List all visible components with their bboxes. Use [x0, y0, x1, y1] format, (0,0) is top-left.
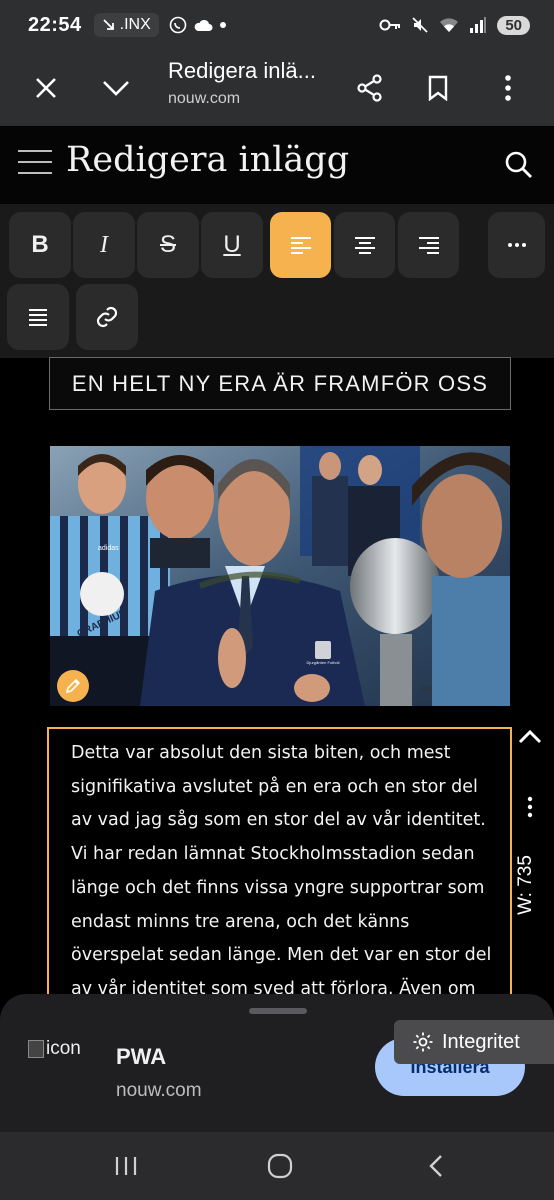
- more-formatting-button[interactable]: [488, 212, 545, 278]
- chevron-down-icon: [103, 81, 129, 96]
- align-right-button[interactable]: [398, 212, 459, 278]
- broken-image-icon: [28, 1040, 44, 1058]
- pencil-icon: [65, 678, 81, 694]
- app-name: PWA: [116, 1044, 167, 1069]
- site-title: Redigera inlägg: [66, 140, 350, 180]
- underline-button[interactable]: U: [201, 212, 263, 278]
- edit-image-button[interactable]: [57, 670, 89, 702]
- close-icon: [36, 78, 56, 98]
- mute-icon: [412, 17, 428, 33]
- bookmark-button[interactable]: [408, 58, 468, 118]
- home-button[interactable]: [258, 1146, 302, 1186]
- post-headline-field[interactable]: EN HELT NY ERA ÄR FRAMFÖR OSS: [49, 357, 511, 410]
- align-left-button[interactable]: [270, 212, 331, 278]
- brand-text: adidas: [98, 545, 119, 552]
- site-header: Redigera inlägg: [0, 126, 554, 204]
- post-image[interactable]: GRAPHIUM adidas sons Djurgården Fotboll: [50, 446, 510, 706]
- minimize-button[interactable]: [86, 58, 146, 118]
- app-url: nouw.com: [116, 1080, 202, 1101]
- recents-button[interactable]: [104, 1146, 148, 1186]
- block-options-button[interactable]: [526, 796, 536, 820]
- recents-icon: [115, 1157, 137, 1175]
- search-button[interactable]: [504, 150, 536, 182]
- more-vert-icon: [527, 796, 533, 818]
- privacy-settings-button[interactable]: Integritet: [394, 1020, 554, 1064]
- cloud-icon: [194, 19, 213, 31]
- page-url: nouw.com: [168, 90, 241, 107]
- share-button[interactable]: [340, 58, 400, 118]
- move-block-up-button[interactable]: [517, 727, 547, 755]
- arrow-down-right-icon: [103, 19, 114, 30]
- whatsapp-icon: [169, 16, 187, 34]
- clock: 22:54: [28, 13, 82, 36]
- align-right-icon: [418, 237, 439, 254]
- post-headline: EN HELT NY ERA ÄR FRAMFÖR OSS: [71, 370, 489, 396]
- editor-toolbar: B I S U: [0, 204, 554, 358]
- more-vert-icon: [505, 75, 511, 101]
- align-left-icon: [290, 237, 311, 254]
- paragraph-line: länge och det finns vissa yngre supportr…: [71, 877, 485, 898]
- status-bar: 22:54 .INX 50: [0, 0, 554, 50]
- justify-button[interactable]: [7, 284, 69, 350]
- page-info[interactable]: Redigera inlä... nouw.com: [168, 58, 316, 108]
- search-icon: [505, 151, 532, 178]
- back-button[interactable]: [414, 1146, 458, 1186]
- wifi-icon: [440, 18, 459, 32]
- more-horiz-icon: [507, 243, 526, 247]
- app-icon: icon: [28, 1038, 81, 1060]
- bold-label: B: [31, 231, 49, 258]
- paragraph-line: signifikativa avslutet på en era och en …: [71, 776, 478, 797]
- link-button[interactable]: [76, 284, 138, 350]
- collage-illustration: GRAPHIUM adidas sons Djurgården Fotboll: [50, 446, 510, 706]
- width-label: W: 735: [514, 855, 536, 915]
- app-icon-alt: icon: [46, 1038, 81, 1059]
- dot-icon: [219, 22, 226, 28]
- browser-toolbar: Redigera inlä... nouw.com: [0, 50, 554, 126]
- strikethrough-label: S: [159, 231, 176, 258]
- gear-icon: [413, 1032, 433, 1052]
- width-indicator: W: 735: [515, 850, 544, 920]
- italic-label: I: [100, 231, 108, 258]
- bold-button[interactable]: B: [9, 212, 71, 278]
- underline-label: U: [223, 231, 241, 258]
- system-nav-bar: [0, 1132, 554, 1200]
- post-body-editor[interactable]: Detta var absolut den sista biten, och m…: [47, 727, 512, 1007]
- battery-indicator: 50: [497, 15, 530, 35]
- signal-icon: [470, 17, 487, 33]
- paragraph-line: överspelat sedan länge. Men det var en s…: [71, 945, 492, 966]
- home-icon: [267, 1153, 293, 1179]
- privacy-label: Integritet: [442, 1030, 520, 1053]
- carrier-tag: .INX: [93, 13, 159, 37]
- back-icon: [429, 1155, 442, 1177]
- align-center-icon: [354, 237, 375, 254]
- share-icon: [357, 74, 382, 102]
- hamburger-menu-icon[interactable]: [18, 150, 52, 178]
- key-icon: [379, 19, 401, 31]
- align-center-button[interactable]: [334, 212, 395, 278]
- paragraph-line: endast minns tre arena, och det känns: [71, 911, 410, 932]
- close-tab-button[interactable]: [16, 58, 76, 118]
- paragraph-line: av vad jag såg som en stor del av vår id…: [71, 810, 486, 831]
- paragraph-line: Vi har redan lämnat Stockholmsstadion se…: [71, 844, 475, 865]
- paragraph-line: Detta var absolut den sista biten, och m…: [71, 743, 451, 763]
- page-title: Redigera inlä...: [168, 58, 316, 83]
- sheet-drag-handle[interactable]: [249, 1008, 307, 1014]
- align-justify-icon: [29, 309, 47, 326]
- link-icon: [96, 306, 118, 328]
- chevron-up-icon: [518, 729, 542, 744]
- badge-text: Djurgården Fotboll: [307, 660, 340, 665]
- strikethrough-button[interactable]: S: [137, 212, 199, 278]
- carrier-tag-label: .INX: [119, 16, 151, 33]
- more-options-button[interactable]: [478, 58, 538, 118]
- bookmark-icon: [428, 75, 448, 101]
- italic-button[interactable]: I: [73, 212, 135, 278]
